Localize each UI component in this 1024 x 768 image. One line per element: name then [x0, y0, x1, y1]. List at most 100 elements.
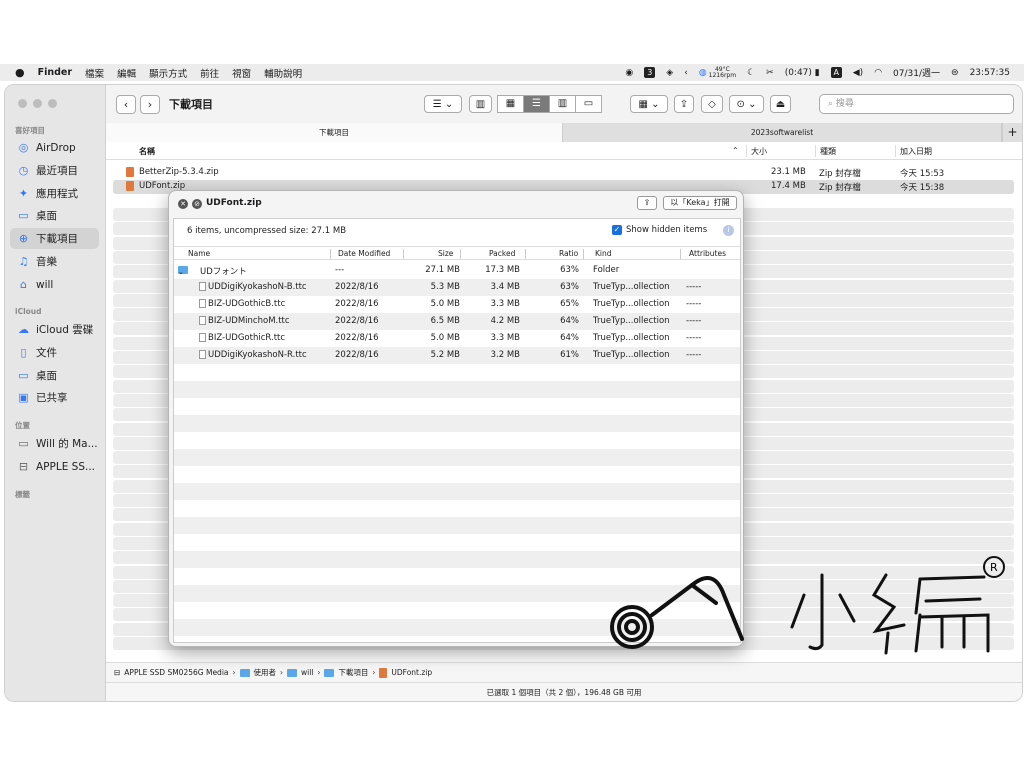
music-icon: ♫: [18, 255, 29, 268]
col-kind[interactable]: Kind: [595, 249, 612, 258]
archive-file-row[interactable]: UDDigiKyokashoN-B.ttc 2022/8/16 5.3 MB 3.4 …: [174, 279, 740, 296]
sidebar-item-documents[interactable]: ▯ 文件: [10, 342, 99, 363]
zoom-window-button[interactable]: [48, 99, 57, 108]
grid-icon: ▦ ⌄: [638, 98, 660, 110]
menubar-date[interactable]: 07/31/週一: [893, 66, 940, 79]
col-attributes[interactable]: Attributes: [689, 249, 726, 258]
apple-menu-icon[interactable]: ●: [15, 66, 25, 79]
share-button[interactable]: ⇪: [637, 196, 657, 210]
sidebar-toggle-icon: ▥: [475, 98, 486, 110]
action-button[interactable]: ⊙ ⌄: [729, 95, 764, 113]
archive-file-row[interactable]: BIZ-UDMinchoM.ttc 2022/8/16 6.5 MB 4.2 MB 64…: [174, 313, 740, 330]
archive-file-row[interactable]: BIZ-UDGothicB.ttc 2022/8/16 5.0 MB 3.3 MB 65…: [174, 296, 740, 313]
archive-file-row[interactable]: BIZ-UDGothicR.ttc 2022/8/16 5.0 MB 3.3 MB 64…: [174, 330, 740, 347]
menu-view[interactable]: 顯示方式: [149, 66, 187, 80]
column-view-button[interactable]: ▥: [549, 95, 576, 113]
archive-folder-row[interactable]: ⌄ UDフォント --- 27.1 MB 17.3 MB 63% Folder: [174, 262, 740, 279]
sidebar-item-downloads[interactable]: ⊕ 下載項目: [10, 228, 99, 249]
temp-monitor-icon[interactable]: ◍ 49°C 1216rpm: [699, 66, 736, 79]
fullscreen-icon[interactable]: ⊘: [192, 199, 202, 209]
path-separator-icon: ›: [317, 668, 321, 677]
cell-packed: 3.2 MB: [490, 350, 520, 360]
close-window-button[interactable]: [18, 99, 27, 108]
path-item[interactable]: UDFont.zip: [391, 668, 432, 677]
col-date[interactable]: Date Modified: [338, 249, 390, 258]
moon-icon[interactable]: ☾: [747, 68, 755, 78]
new-tab-button[interactable]: +: [1002, 123, 1022, 142]
volume-icon[interactable]: ◀): [853, 68, 863, 78]
folder-icon: [287, 668, 297, 677]
file-row[interactable]: BetterZip-5.3.4.zip 23.1 MB Zip 封存檔 今天 1…: [113, 166, 1014, 180]
show-hidden-checkbox[interactable]: ✓ Show hidden items: [612, 225, 707, 235]
sidebar-item-icloud-drive[interactable]: ☁ iCloud 雲碟: [10, 319, 99, 340]
file-kind: Zip 封存檔: [819, 183, 861, 193]
col-ratio[interactable]: Ratio: [559, 249, 578, 258]
path-item[interactable]: will: [301, 668, 313, 677]
close-icon[interactable]: ✕: [178, 199, 188, 209]
minimize-window-button[interactable]: [33, 99, 42, 108]
column-size[interactable]: 大小: [751, 146, 767, 157]
preview-toggle-button[interactable]: ▥: [469, 95, 492, 113]
column-kind[interactable]: 種類: [820, 146, 836, 157]
sidebar-item-home[interactable]: ⌂ will: [10, 274, 99, 295]
tab-2023softwarelist[interactable]: 2023softwarelist: [563, 123, 1002, 142]
path-item[interactable]: 使用者: [254, 667, 277, 678]
input-source-icon[interactable]: A: [830, 67, 842, 78]
list-view-button[interactable]: ☰: [523, 95, 550, 113]
accessibility-icon[interactable]: ◉: [625, 68, 633, 78]
tags-heading: 標籤: [15, 490, 30, 499]
cell-kind: TrueTyp...ollection: [593, 282, 670, 292]
menu-edit[interactable]: 編輯: [117, 66, 136, 80]
cell-kind: TrueTyp...ollection: [593, 350, 670, 360]
back-button[interactable]: ‹: [116, 95, 136, 114]
menubar-clock[interactable]: 23:57:35: [970, 68, 1010, 78]
open-with-keka-button[interactable]: 以「Keka」打開: [663, 196, 737, 210]
path-item[interactable]: 下載項目: [338, 667, 368, 678]
file-icon: [199, 299, 206, 309]
col-size[interactable]: Size: [438, 249, 453, 258]
cell-ratio: 63%: [560, 282, 579, 292]
group-button[interactable]: ▦ ⌄: [630, 95, 668, 113]
path-item[interactable]: APPLE SSD SM0256G Media: [124, 668, 228, 677]
search-input[interactable]: ⌕ 搜尋: [819, 94, 1014, 114]
icon-view-button[interactable]: ▦: [497, 95, 524, 113]
layers-icon[interactable]: ◈: [666, 68, 673, 78]
sidebar-item-shared[interactable]: ▣ 已共享: [10, 387, 99, 408]
battery-status[interactable]: (0:47) ▮: [785, 68, 820, 78]
sidebar-item-disk[interactable]: ⊟ APPLE SS...: [10, 456, 99, 477]
sidebar-item-airdrop[interactable]: ◎ AirDrop: [10, 137, 99, 158]
sidebar-item-mac[interactable]: ▭ Will 的 Ma...: [10, 433, 99, 454]
col-name[interactable]: Name: [188, 249, 210, 258]
gallery-view-button[interactable]: ▭: [575, 95, 602, 113]
col-packed[interactable]: Packed: [489, 249, 515, 258]
wifi-icon[interactable]: ◠: [874, 68, 882, 78]
sort-chevron-icon[interactable]: ⌃: [732, 146, 739, 155]
forward-button[interactable]: ›: [140, 95, 160, 114]
column-date-added[interactable]: 加入日期: [900, 146, 932, 157]
cell-size: 5.2 MB: [430, 350, 460, 360]
control-center-icon[interactable]: ⊜: [951, 68, 959, 78]
badge-icon[interactable]: 3: [644, 67, 656, 78]
sidebar-item-music[interactable]: ♫ 音樂: [10, 251, 99, 272]
menu-go[interactable]: 前往: [200, 66, 219, 80]
menu-window[interactable]: 視窗: [232, 66, 251, 80]
sidebar-item-icloud-desktop[interactable]: ▭ 桌面: [10, 365, 99, 386]
sidebar-item-applications[interactable]: ✦ 應用程式: [10, 183, 99, 204]
tag-button[interactable]: ◇: [701, 95, 723, 113]
scissors-icon[interactable]: ✂: [766, 68, 774, 78]
info-icon[interactable]: i: [723, 225, 734, 236]
sidebar-item-recents[interactable]: ◷ 最近項目: [10, 160, 99, 181]
download-icon: ⊕: [18, 232, 29, 245]
menu-help[interactable]: 輔助說明: [264, 66, 302, 80]
column-name[interactable]: 名稱: [139, 146, 155, 157]
group-by-button[interactable]: ☰ ⌄: [424, 95, 462, 113]
chevron-left-icon[interactable]: ‹: [684, 68, 688, 78]
eject-button[interactable]: ⏏: [770, 95, 791, 113]
menu-file[interactable]: 檔案: [85, 66, 104, 80]
sidebar-item-desktop[interactable]: ▭ 桌面: [10, 205, 99, 226]
archive-file-row[interactable]: UDDigiKyokashoN-R.ttc 2022/8/16 5.2 MB 3.2 …: [174, 347, 740, 364]
tab-downloads[interactable]: 下載項目: [106, 123, 563, 142]
app-menu[interactable]: Finder: [38, 67, 72, 78]
share-button[interactable]: ⇪: [674, 95, 694, 113]
cell-packed: 3.3 MB: [490, 333, 520, 343]
